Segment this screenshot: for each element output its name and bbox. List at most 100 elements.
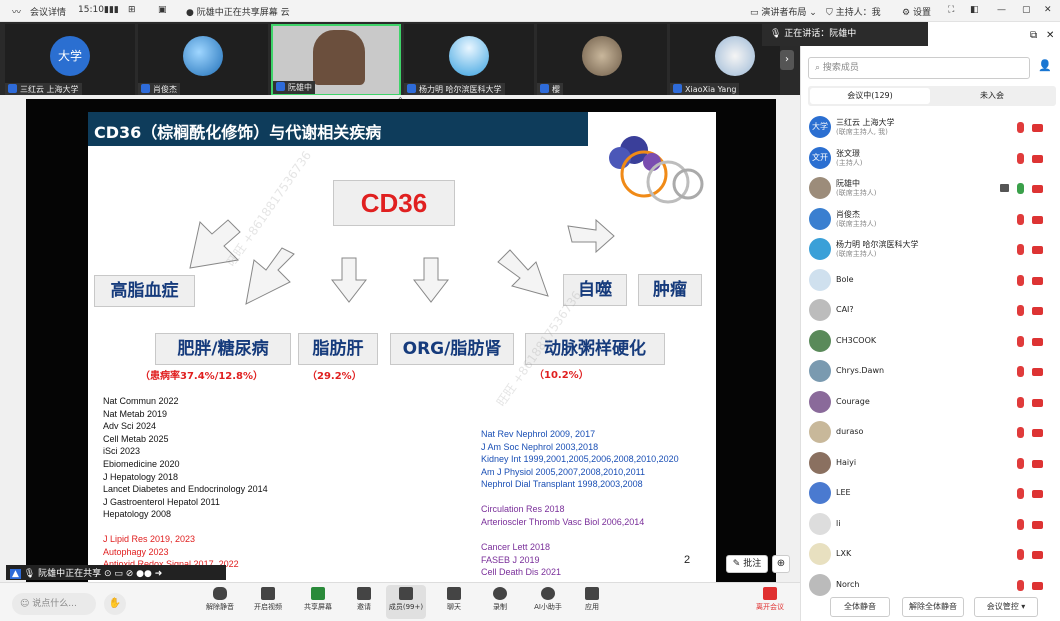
speaker-view-button[interactable]: ▭ 演讲者布局 ⌄: [750, 5, 817, 18]
sidebar-toggle-icon[interactable]: ◧: [970, 5, 979, 15]
avatar: [809, 360, 831, 382]
member-row[interactable]: CH3COOK: [806, 327, 1056, 357]
record-button[interactable]: 录制: [480, 585, 520, 612]
meeting-info-button[interactable]: 会议详情: [30, 5, 66, 18]
member-row[interactable]: Norch: [806, 571, 1056, 601]
mic-muted-icon[interactable]: [1017, 518, 1024, 530]
settings-button[interactable]: ⚙ 设置: [902, 5, 931, 18]
member-row[interactable]: Bole: [806, 266, 1056, 296]
panel-close-icon[interactable]: ✕: [1046, 30, 1054, 41]
video-tile[interactable]: 大学 三红云 上海大学: [5, 24, 135, 96]
arrow-to-kidney: [412, 257, 450, 303]
camera-off-icon[interactable]: [1032, 581, 1043, 590]
maximize-icon[interactable]: ▢: [1022, 5, 1031, 15]
mic-muted-icon[interactable]: [1017, 366, 1024, 377]
camera-off-icon[interactable]: [1032, 276, 1043, 285]
camera-off-icon[interactable]: [1032, 429, 1043, 437]
member-row[interactable]: Haiyi: [806, 449, 1056, 479]
tab-in-meeting[interactable]: 会议中(129): [810, 88, 930, 104]
camera-off-icon[interactable]: [1032, 215, 1043, 224]
mic-muted-icon[interactable]: [1017, 549, 1024, 560]
share-screen-button[interactable]: 共享屏幕: [298, 585, 338, 612]
calendar-icon[interactable]: ▣: [158, 5, 167, 15]
zoom-icon[interactable]: ⊕: [772, 555, 790, 573]
presenter-bar: ▲ 🎙 阮雄中正在共享 ⊙ ▭ ⊘ ●● ➜: [6, 565, 226, 580]
title-bar: 〰 会议详情 15:10 ▮▮▮ ⊞ ▣ ● 阮雄中正在共享屏幕 云 ▭ 演讲者…: [0, 0, 1060, 22]
unmute-all-button[interactable]: 解除全体静音: [902, 597, 964, 617]
add-member-icon[interactable]: 👤: [1036, 59, 1054, 77]
speaking-indicator: 🎙 正在讲话：阮雄中: [762, 22, 928, 46]
chat-button[interactable]: 聊天: [434, 585, 474, 612]
active-speaker-tile[interactable]: 阮雄中: [271, 24, 401, 96]
mic-muted-icon[interactable]: [1017, 396, 1024, 408]
tab-not-joined[interactable]: 未入会: [932, 88, 1052, 104]
camera-off-icon[interactable]: [1032, 520, 1043, 529]
member-row[interactable]: CAI?: [806, 296, 1056, 326]
start-video-button[interactable]: 开启视频: [248, 585, 288, 612]
flow-arrows: [189, 218, 615, 305]
invite-button[interactable]: 邀请: [344, 585, 384, 612]
avatar: [809, 238, 831, 260]
camera-off-icon[interactable]: [1032, 246, 1043, 254]
mute-all-button[interactable]: 全体静音: [830, 597, 890, 617]
grid-icon[interactable]: ⊞: [128, 5, 136, 15]
unmute-button[interactable]: 解除静音: [200, 585, 240, 612]
member-row[interactable]: 肖俊杰 (联席主持人): [806, 205, 1056, 235]
video-tile[interactable]: 杨力明 哈尔滨医科大学: [404, 24, 534, 96]
share-tools[interactable]: ⊙ ▭ ⊘ ●● ➜: [104, 569, 162, 579]
member-search-input[interactable]: ⌕ 搜索成员: [808, 57, 1030, 79]
apps-button[interactable]: 应用: [572, 585, 612, 612]
raise-hand-icon[interactable]: ✋: [104, 593, 126, 615]
chat-input[interactable]: ☺ 说点什么...: [12, 593, 96, 615]
meeting-control-button[interactable]: 会议管控 ▾: [974, 597, 1038, 617]
camera-off-icon[interactable]: [1032, 368, 1043, 376]
leave-meeting-button[interactable]: 离开会议: [750, 585, 790, 612]
member-row[interactable]: 文开 张文璟 (主持人): [806, 144, 1056, 174]
minimize-icon[interactable]: —: [997, 5, 1006, 15]
camera-off-icon[interactable]: [1032, 307, 1043, 315]
member-row[interactable]: Courage: [806, 388, 1056, 418]
camera-off-icon[interactable]: [1032, 551, 1043, 559]
annotate-button[interactable]: ✎ 批注: [726, 555, 768, 573]
camera-off-icon[interactable]: [1032, 490, 1043, 498]
mic-muted-icon[interactable]: [1017, 305, 1024, 316]
camera-off-icon[interactable]: [1032, 459, 1043, 468]
member-tabs: 会议中(129) 未入会: [808, 86, 1056, 106]
rate-fatty-liver: （29.2%）: [307, 371, 362, 382]
video-tile[interactable]: 樱: [537, 24, 667, 96]
mic-muted-icon[interactable]: [1017, 122, 1024, 133]
ai-assistant-button[interactable]: AI小助手: [528, 585, 568, 612]
mic-muted-icon[interactable]: [1017, 152, 1024, 164]
mic-muted-icon[interactable]: [1017, 579, 1024, 591]
member-row[interactable]: Chrys.Dawn: [806, 357, 1056, 387]
chat-icon[interactable]: [1000, 184, 1009, 192]
mic-muted-icon[interactable]: [1017, 213, 1024, 225]
mic-muted-icon[interactable]: [1017, 488, 1024, 499]
member-row[interactable]: 杨力明 哈尔滨医科大学 (联席主持人): [806, 235, 1056, 265]
camera-off-icon[interactable]: [1032, 337, 1043, 346]
member-row[interactable]: LEE: [806, 479, 1056, 509]
close-icon[interactable]: ✕: [1044, 5, 1052, 15]
strip-next-button[interactable]: ›: [780, 50, 794, 70]
video-tile[interactable]: 肖俊杰: [138, 24, 268, 96]
popout-icon[interactable]: ⧉: [1030, 30, 1037, 41]
fullscreen-icon[interactable]: ⛶: [948, 5, 954, 15]
mic-muted-icon[interactable]: [1017, 274, 1024, 286]
avatar: [809, 329, 831, 352]
members-button[interactable]: 成员(99+): [386, 585, 426, 619]
mic-muted-icon[interactable]: [1017, 457, 1024, 469]
mic-muted-icon[interactable]: [1017, 183, 1024, 194]
camera-off-icon[interactable]: [1032, 185, 1043, 193]
mic-muted-icon[interactable]: [1017, 427, 1024, 438]
member-row[interactable]: 大学 三红云 上海大学 (联席主持人, 我): [806, 113, 1056, 143]
member-row[interactable]: li: [806, 510, 1056, 540]
member-row[interactable]: LXK: [806, 540, 1056, 570]
camera-off-icon[interactable]: [1032, 124, 1043, 132]
camera-off-icon[interactable]: [1032, 398, 1043, 407]
avatar: [449, 36, 489, 76]
mic-muted-icon[interactable]: [1017, 335, 1024, 347]
camera-off-icon[interactable]: [1032, 154, 1043, 163]
member-row[interactable]: 阮雄中 (联席主持人): [806, 174, 1056, 204]
member-row[interactable]: duraso: [806, 418, 1056, 448]
mic-muted-icon[interactable]: [1017, 244, 1024, 255]
